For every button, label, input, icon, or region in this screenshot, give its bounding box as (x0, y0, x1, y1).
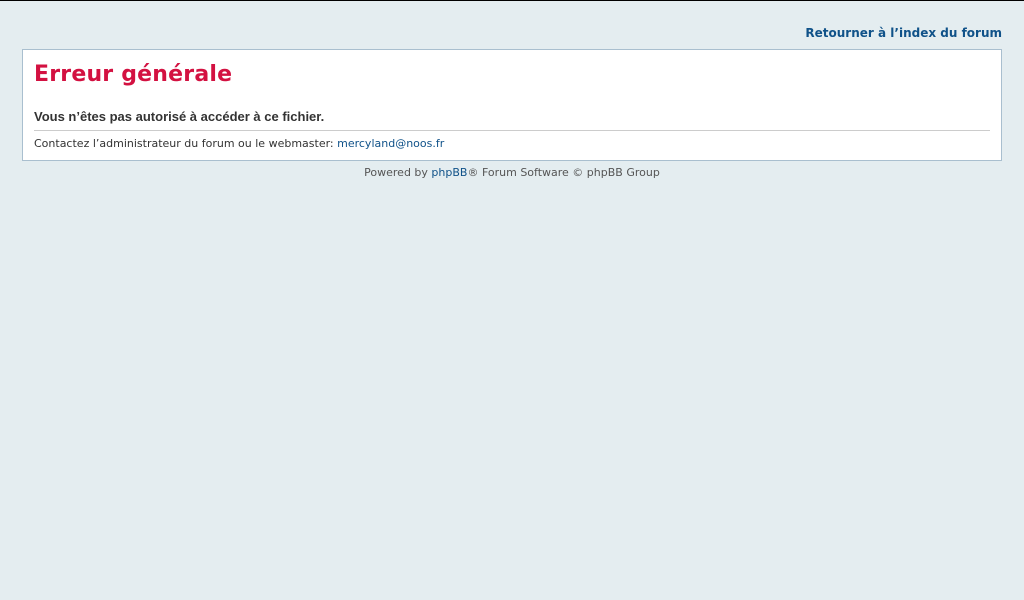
error-title: Erreur générale (34, 62, 233, 87)
page-wrapper: Retourner à l’index du forum Erreur géné… (22, 0, 1002, 161)
panel-divider (34, 130, 990, 131)
contact-line: Contactez l’administrateur du forum ou l… (34, 137, 444, 151)
copyright-footer: Powered by phpBB® Forum Software © phpBB… (0, 166, 1024, 180)
contact-email-link[interactable]: mercyland@noos.fr (337, 137, 444, 150)
phpbb-link[interactable]: phpBB (431, 166, 467, 179)
return-to-index-link[interactable]: Retourner à l’index du forum (805, 26, 1002, 41)
footer-prefix: Powered by (364, 166, 432, 179)
error-message: Vous n’êtes pas autorisé à accéder à ce … (34, 109, 325, 124)
contact-text: Contactez l’administrateur du forum ou l… (34, 137, 338, 150)
error-panel: Erreur générale Vous n’êtes pas autorisé… (22, 49, 1002, 161)
footer-suffix: ® Forum Software © phpBB Group (467, 166, 660, 179)
navigation-bar: Retourner à l’index du forum (22, 0, 1002, 49)
